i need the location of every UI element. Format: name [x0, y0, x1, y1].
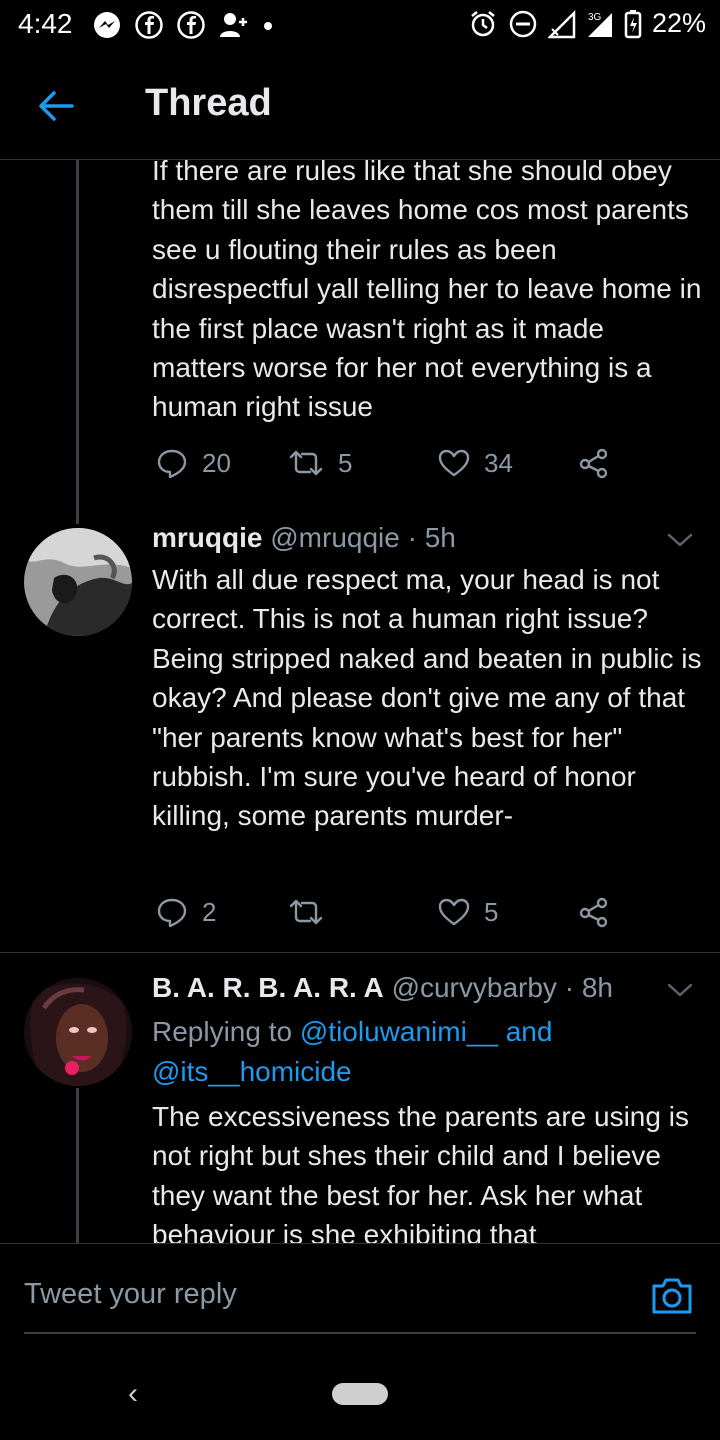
heart-icon: [438, 449, 470, 477]
share-icon: [579, 897, 608, 928]
tweet-time: · 8h: [564, 972, 613, 1003]
mention-link[interactable]: @tioluwanimi__: [300, 1016, 498, 1047]
avatar[interactable]: [24, 978, 132, 1086]
display-name[interactable]: B. A. R. B. A. R. A: [152, 972, 384, 1003]
display-name[interactable]: mruqqie: [152, 522, 262, 553]
thread-line: [76, 160, 79, 524]
reply-count: 2: [202, 896, 217, 927]
app-header: Thread: [0, 52, 720, 160]
system-nav-bar: ‹: [0, 1353, 720, 1440]
chevron-down-icon: [667, 533, 693, 547]
reply-input[interactable]: Tweet your reply: [24, 1278, 237, 1311]
dot-icon: [264, 22, 272, 30]
like-count: 5: [484, 896, 499, 927]
user-handle[interactable]: @curvybarby: [392, 972, 557, 1003]
messenger-icon: [94, 12, 120, 38]
reply-composer: Tweet your reply: [0, 1243, 720, 1354]
tweet-menu-button[interactable]: [666, 980, 694, 1000]
replying-prefix: Replying to: [152, 1016, 293, 1047]
signal-icon: [547, 9, 576, 38]
tweet-header: mruqqie @mruqqie · 5h: [152, 522, 456, 554]
camera-button[interactable]: [650, 1274, 694, 1318]
retweet-button[interactable]: 5: [288, 448, 438, 479]
retweet-count: 5: [338, 447, 353, 478]
like-button[interactable]: 5: [438, 897, 578, 928]
tweet-actions: 20 5 34: [156, 447, 626, 479]
tweet-text: If there are rules like that she should …: [152, 160, 702, 423]
reply-button[interactable]: 20: [156, 447, 288, 479]
page-title: Thread: [145, 82, 272, 124]
system-icons: 3G 22%: [468, 8, 706, 39]
add-user-icon: [220, 13, 247, 37]
tweet-time: · 5h: [407, 522, 456, 553]
reply-underline: [24, 1332, 696, 1334]
reply-icon: [157, 449, 187, 479]
facebook-icon: [135, 11, 163, 39]
share-button[interactable]: [578, 447, 610, 479]
arrow-left-icon: [39, 91, 74, 121]
retweet-icon: [289, 450, 323, 476]
retweet-icon: [289, 899, 323, 925]
chevron-down-icon: [667, 983, 693, 997]
battery-percent: 22%: [651, 8, 706, 38]
like-count: 34: [484, 447, 513, 478]
tweet-header: B. A. R. B. A. R. A @curvybarby · 8h: [152, 972, 613, 1004]
replying-and[interactable]: and: [506, 1016, 553, 1047]
like-button[interactable]: 34: [438, 448, 578, 479]
facebook-icon: [177, 11, 205, 39]
share-icon: [579, 448, 608, 479]
back-button[interactable]: [36, 86, 76, 126]
camera-icon: [652, 1278, 692, 1314]
reply-button[interactable]: 2: [156, 896, 288, 928]
heart-icon: [438, 898, 470, 926]
svg-text:3G: 3G: [588, 12, 602, 23]
share-button[interactable]: [578, 896, 610, 928]
nav-back-button[interactable]: ‹: [128, 1377, 138, 1411]
tweet-menu-button[interactable]: [666, 530, 694, 550]
mention-link[interactable]: @its__homicide: [152, 1056, 352, 1087]
replying-to: Replying to @tioluwanimi__ and @its__hom…: [152, 1012, 702, 1092]
reply-icon: [157, 898, 187, 928]
thread-content[interactable]: If there are rules like that she should …: [0, 160, 720, 1243]
retweet-button[interactable]: [288, 897, 438, 927]
tweet-actions: 2 5: [156, 896, 626, 928]
status-time: 4:42: [18, 8, 73, 39]
avatar[interactable]: [24, 528, 132, 636]
tweet-divider: [0, 952, 720, 953]
tweet-text: With all due respect ma, your head is no…: [152, 564, 702, 832]
alarm-icon: [471, 10, 495, 36]
tweet-text: The excessiveness the parents are using …: [152, 1101, 689, 1243]
battery-icon: [624, 9, 642, 38]
signal-icon: 3G: [587, 12, 612, 37]
reply-count: 20: [202, 447, 231, 478]
dnd-icon: [509, 10, 537, 37]
notification-icons: [92, 10, 274, 40]
status-bar: 4:42 3G 22%: [0, 0, 720, 52]
thread-line: [76, 1088, 79, 1243]
user-handle[interactable]: @mruqqie: [270, 522, 400, 553]
nav-home-pill[interactable]: [332, 1383, 388, 1405]
